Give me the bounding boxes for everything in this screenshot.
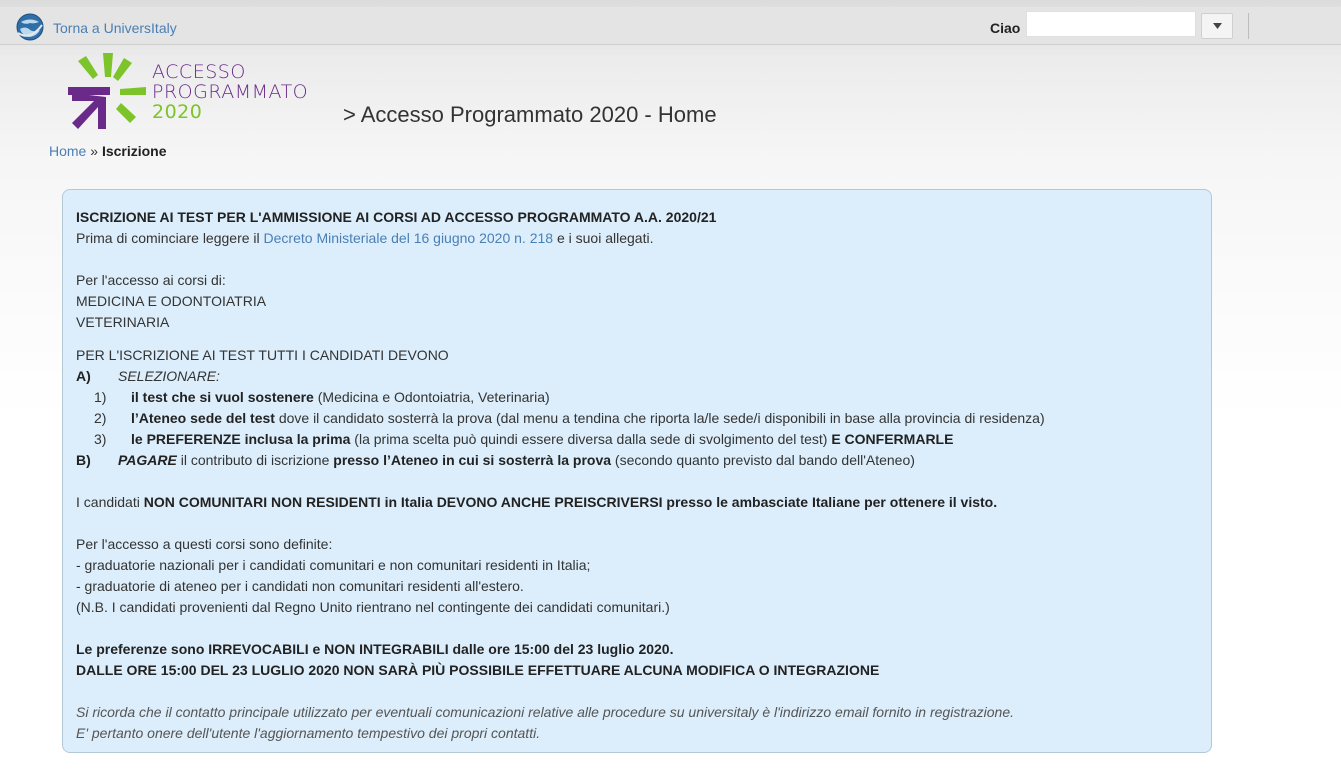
step-b: B) PAGARE il contributo di iscrizione pre… <box>76 452 915 468</box>
logo-line-year: 2020 <box>152 101 203 123</box>
preferences-deadline: Le preferenze sono IRREVOCABILI e NON IN… <box>76 641 674 657</box>
contact-note: Si ricorda che il contatto principale ut… <box>76 704 1015 720</box>
ranking-national: - graduatorie nazionali per i candidati … <box>76 557 591 573</box>
universitaly-globe-icon[interactable] <box>16 13 44 41</box>
non-eu-notice: I candidati NON COMUNITARI NON RESIDENTI… <box>76 494 998 510</box>
top-bar: Torna a UniversItaly Ciao <box>0 7 1341 45</box>
breadcrumb-separator: » <box>86 143 102 159</box>
course-medicina: MEDICINA E ODONTOIATRIA <box>76 293 267 309</box>
greeting-label: Ciao <box>990 20 1021 36</box>
logo-line-accesso: ACCESSO <box>152 61 246 83</box>
course-veterinaria: VETERINARIA <box>76 314 170 330</box>
ranking-ateneo: - graduatorie di ateneo per i candidati … <box>76 578 524 594</box>
step-a2: 2) l’Ateneo sede del test dove il candida… <box>94 410 1045 426</box>
step-a: A) SELEZIONARE: <box>76 368 220 384</box>
divider <box>1248 13 1249 39</box>
intro-text: Prima di cominciare leggere il Decreto M… <box>76 230 654 246</box>
page-title: > Accesso Programmato 2020 - Home <box>343 102 717 127</box>
courses-intro: Per l'accesso ai corsi di: <box>76 272 226 288</box>
panel-heading: ISCRIZIONE AI TEST PER L'AMMISSIONE AI C… <box>76 209 717 225</box>
rankings-intro: Per l'accesso a questi corsi sono defini… <box>76 536 333 552</box>
step-a1: 1) il test che si vuol sostenere (Medicin… <box>94 389 550 405</box>
caret-down-icon <box>1213 23 1222 29</box>
contact-update-note: E' pertanto onere dell'utente l'aggiorna… <box>76 725 541 741</box>
steps-intro: PER L'ISCRIZIONE AI TEST TUTTI I CANDIDA… <box>76 347 449 363</box>
username-field[interactable] <box>1026 11 1196 37</box>
breadcrumb-current: Iscrizione <box>101 143 167 159</box>
decree-link[interactable]: Decreto Ministeriale del 16 giugno 2020 … <box>264 230 554 246</box>
back-to-universitaly-link[interactable]: Torna a UniversItaly <box>53 20 177 36</box>
logo-line-programmato: PROGRAMMATO <box>152 81 309 103</box>
breadcrumb: Home » Iscrizione <box>49 143 167 159</box>
info-panel: ISCRIZIONE AI TEST PER L'AMMISSIONE AI C… <box>62 189 1212 753</box>
step-a3: 3) le PREFERENZE inclusa la prima (la pri… <box>94 431 954 447</box>
logo-wordmark: ACCESSO PROGRAMMATO 2020 <box>152 62 308 122</box>
ranking-nb: (N.B. I candidati provenienti dal Regno … <box>76 599 670 615</box>
user-menu-dropdown-button[interactable] <box>1201 13 1233 39</box>
breadcrumb-home-link[interactable]: Home <box>49 143 86 159</box>
preferences-lock-notice: DALLE ORE 15:00 DEL 23 LUGLIO 2020 NON S… <box>76 662 880 678</box>
